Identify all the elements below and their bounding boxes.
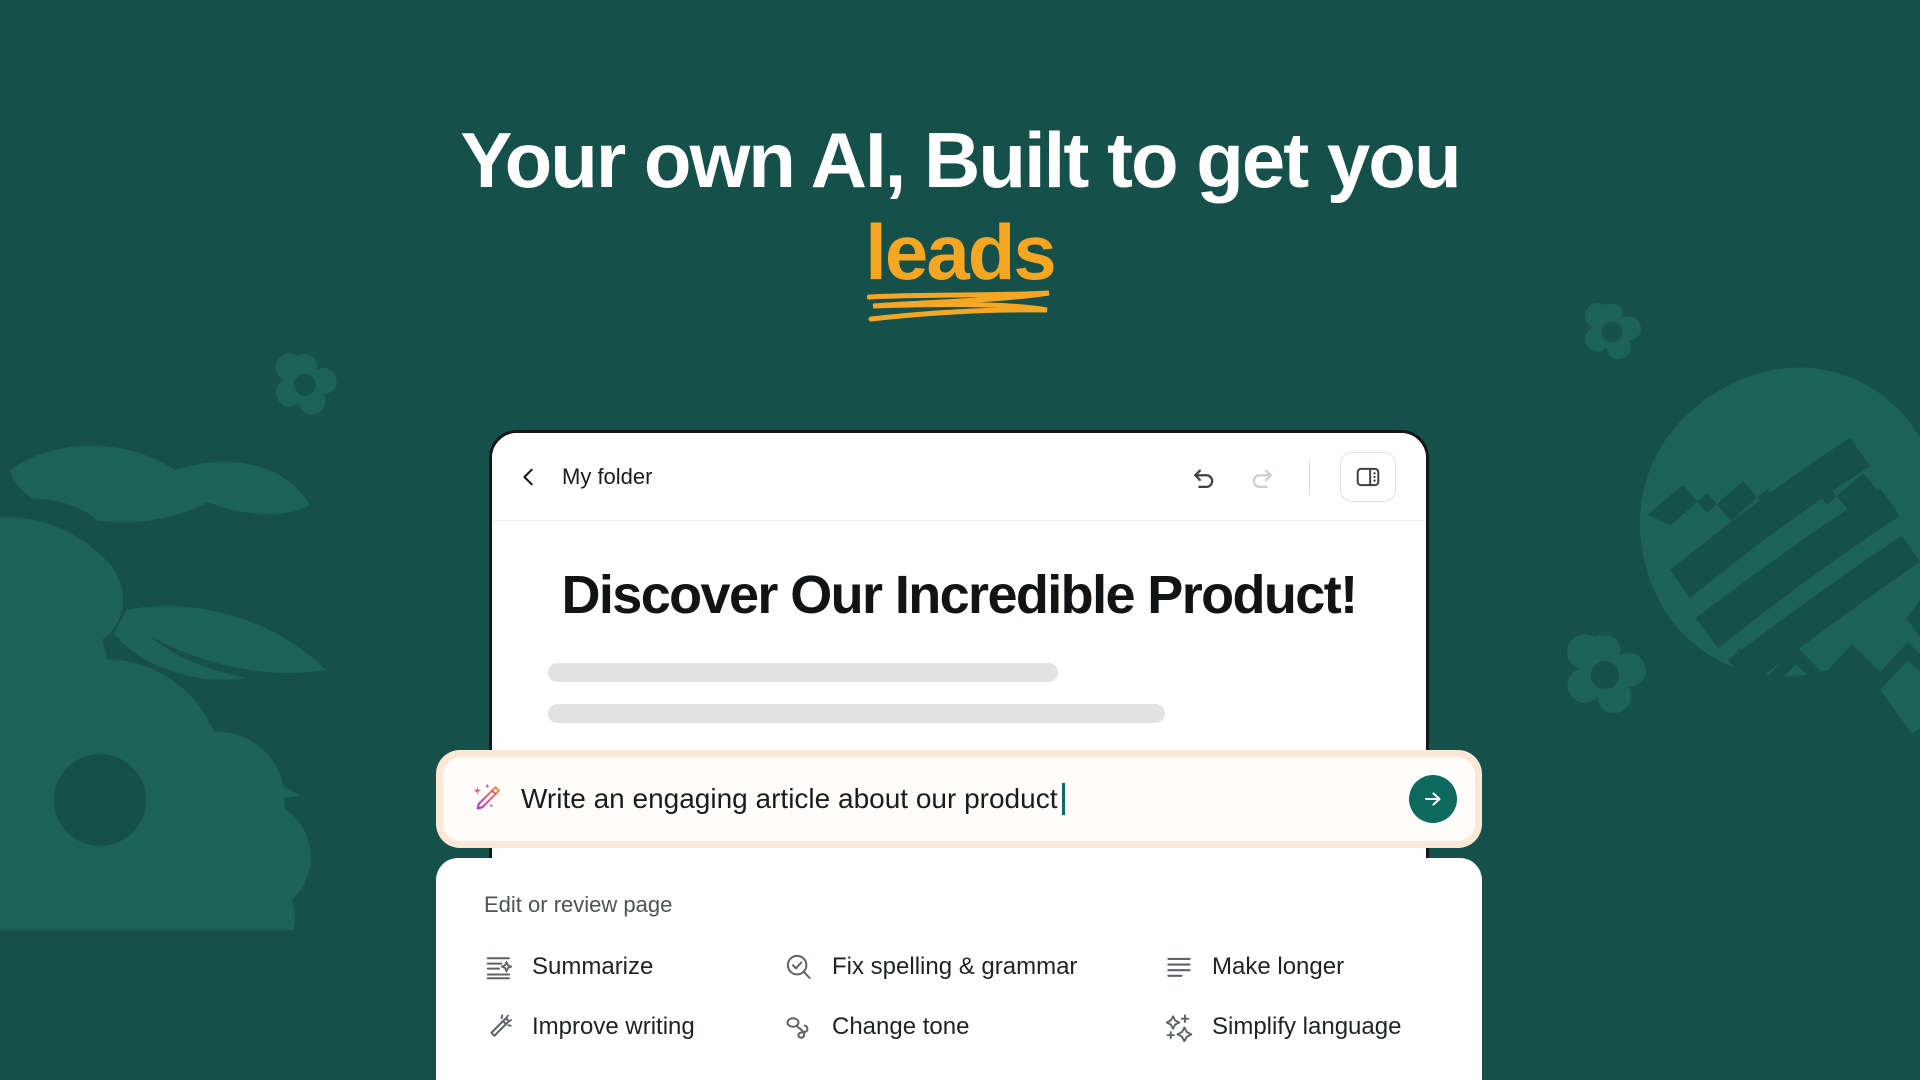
back-to-folder-button[interactable]: My folder — [518, 464, 652, 490]
headline-line-1: Your own AI, Built to get you — [460, 116, 1461, 204]
arrow-right-icon — [1424, 792, 1441, 806]
hand-drawn-underline-icon — [867, 290, 1050, 322]
undo-icon — [1194, 468, 1214, 488]
menu-item-label: Improve writing — [532, 1013, 695, 1040]
undo-button[interactable] — [1187, 460, 1221, 494]
hero-section: Your own AI, Built to get you leads — [0, 116, 1920, 322]
maraca-decor-right — [1639, 367, 1920, 734]
redo-icon — [1252, 468, 1272, 488]
menu-item-label: Change tone — [832, 1013, 970, 1040]
menu-item-label: Simplify language — [1212, 1013, 1402, 1040]
text-cursor — [1062, 783, 1066, 815]
magic-wand-icon — [473, 783, 500, 810]
menu-item-summarize[interactable]: Summarize — [484, 952, 784, 982]
menu-items-grid: Summarize Fix spelling & grammar Make lo… — [484, 952, 1434, 1042]
menu-item-label: Fix spelling & grammar — [832, 953, 1078, 980]
prompt-input-text[interactable]: Write an engaging article about our prod… — [521, 783, 1066, 815]
menu-item-change-tone[interactable]: Change tone — [784, 1012, 1164, 1042]
toolbar-divider — [1309, 459, 1310, 494]
menu-item-fix-spelling-grammar[interactable]: Fix spelling & grammar — [784, 952, 1164, 982]
simplify-language-icon — [1165, 1014, 1193, 1042]
menu-heading: Edit or review page — [484, 892, 673, 917]
change-tone-icon — [786, 1017, 809, 1039]
sidebar-panel-icon — [1356, 467, 1380, 486]
app-toolbar: My folder — [492, 433, 1426, 521]
headline-accent-wrap: leads — [865, 202, 1057, 322]
flower-decor-b — [1566, 634, 1646, 714]
headline-accent-word: leads — [865, 208, 1056, 296]
chevron-left-icon — [523, 468, 533, 485]
prompt-value: Write an engaging article about our prod… — [521, 783, 1058, 814]
document-placeholder-lines — [548, 663, 1370, 723]
floral-decor-left — [0, 445, 326, 930]
summarize-icon — [486, 957, 513, 980]
prompt-bar: Write an engaging article about our prod… — [436, 750, 1482, 848]
toggle-side-panel-button[interactable] — [1340, 451, 1396, 502]
improve-writing-icon — [490, 1014, 512, 1037]
edit-actions-menu: Edit or review page Summarize Fix spelli… — [436, 858, 1482, 1080]
document-body: Discover Our Incredible Product! — [492, 521, 1426, 723]
folder-name-label: My folder — [562, 463, 653, 489]
make-longer-icon — [1167, 957, 1191, 977]
toolbar-actions — [1187, 451, 1396, 502]
flower-decor-c — [1584, 302, 1641, 360]
menu-item-improve-writing[interactable]: Improve writing — [484, 1012, 784, 1042]
menu-item-label: Summarize — [532, 953, 654, 980]
document-title[interactable]: Discover Our Incredible Product! — [548, 565, 1370, 625]
menu-item-make-longer[interactable]: Make longer — [1164, 952, 1434, 982]
prompt-input-container[interactable]: Write an engaging article about our prod… — [443, 757, 1475, 841]
skeleton-line — [548, 704, 1165, 723]
skeleton-line — [548, 663, 1058, 682]
menu-item-label: Make longer — [1212, 953, 1345, 980]
send-prompt-button[interactable] — [1409, 775, 1457, 823]
redo-button[interactable] — [1245, 460, 1279, 494]
flower-decor-a — [275, 353, 337, 415]
menu-item-simplify-language[interactable]: Simplify language — [1164, 1012, 1434, 1042]
spellcheck-icon — [786, 954, 811, 979]
page-title: Your own AI, Built to get you leads — [0, 116, 1920, 322]
